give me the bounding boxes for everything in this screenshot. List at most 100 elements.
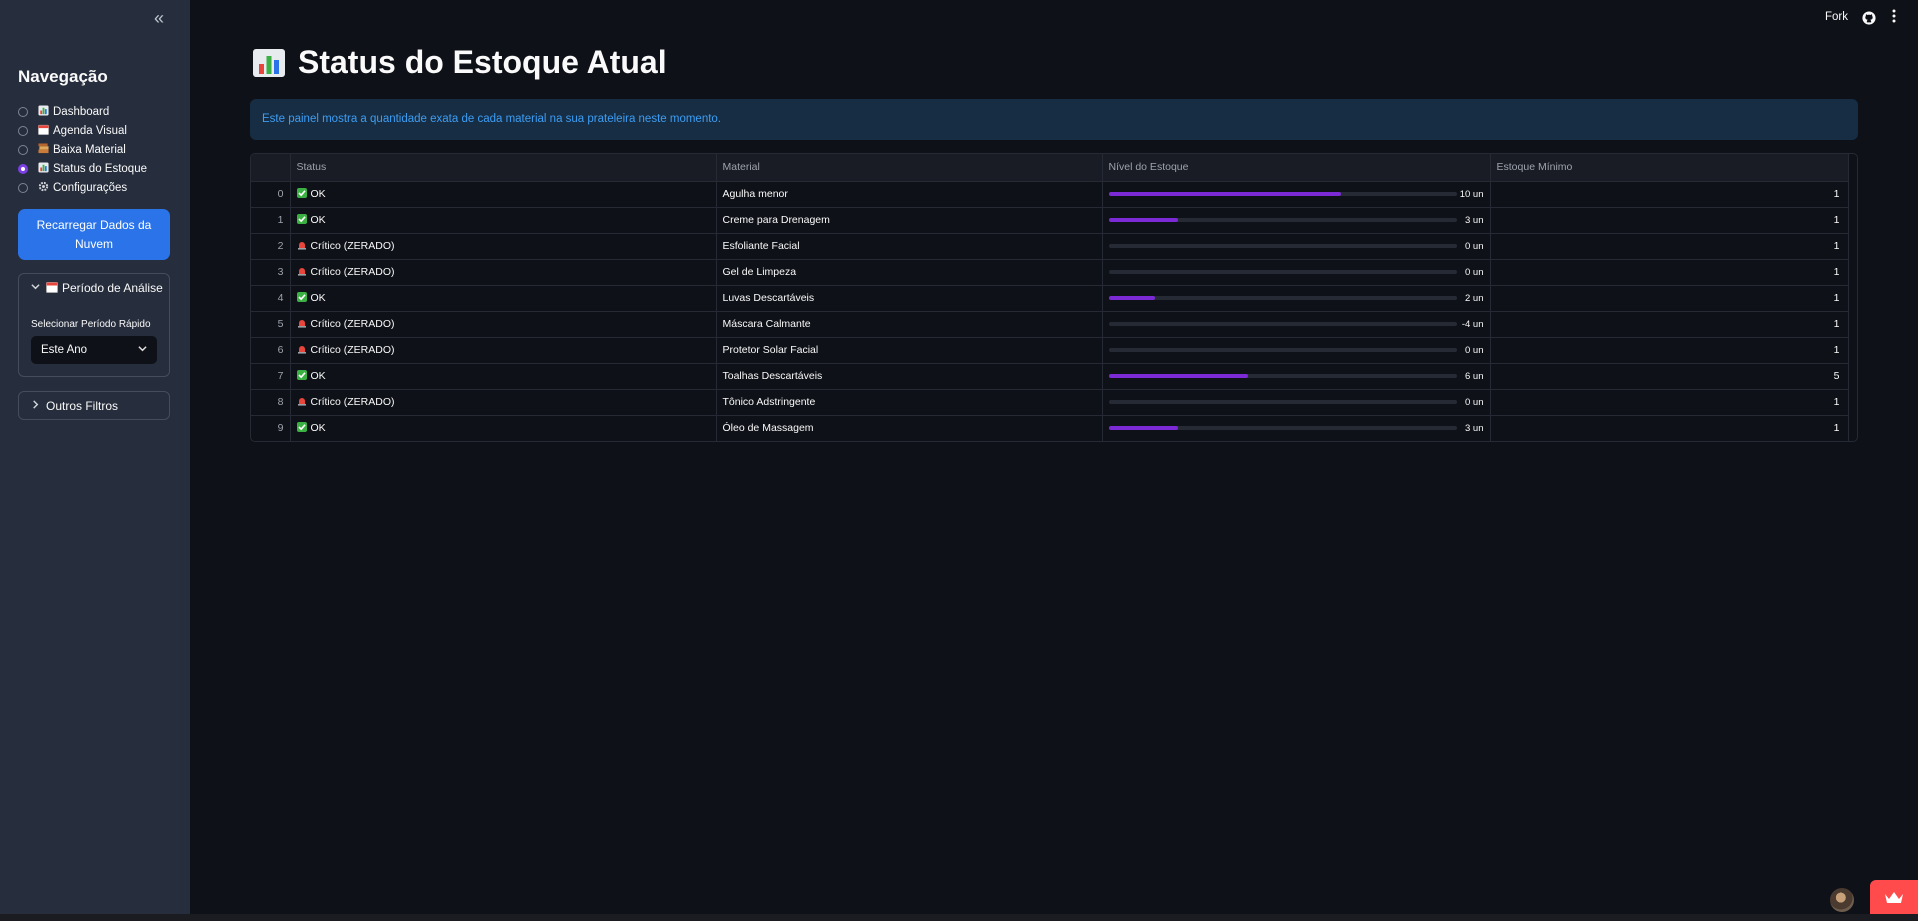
- table-row[interactable]: 0 OK Agulha menor 10 un 1: [251, 181, 1849, 208]
- nav-item-agenda-visual[interactable]: Agenda Visual: [18, 121, 147, 140]
- stock-level-cell: 0 un: [1102, 337, 1491, 364]
- period-expander-header[interactable]: Período de Análise: [19, 274, 169, 302]
- progress-label: 6 un: [1465, 370, 1484, 382]
- radio-unchecked[interactable]: [18, 125, 28, 136]
- progress-label: 10 un: [1459, 188, 1484, 200]
- nav-item-label: Status do Estoque: [53, 162, 147, 175]
- row-index: 9: [251, 415, 291, 441]
- status-cell: OK: [290, 285, 717, 312]
- filters-expander-title: Outros Filtros: [46, 399, 119, 413]
- progress-track: [1108, 218, 1457, 222]
- progress-label: 0 un: [1465, 266, 1484, 278]
- avatar[interactable]: [1830, 888, 1854, 912]
- status-text: OK: [310, 188, 326, 200]
- column-header-level[interactable]: Nível do Estoque: [1102, 154, 1491, 182]
- radio-checked[interactable]: [18, 163, 28, 174]
- stock-level-progress: -4 un: [1108, 318, 1490, 330]
- progress-track: [1108, 348, 1457, 352]
- stock-level-cell: 10 un: [1102, 181, 1491, 208]
- progress-label: -4 un: [1461, 318, 1484, 330]
- table-row[interactable]: 1 OK Creme para Drenagem 3 un 1: [251, 207, 1849, 234]
- column-header-status[interactable]: Status: [290, 154, 717, 182]
- status-text: Crítico (ZERADO): [310, 344, 395, 356]
- collapse-sidebar-icon[interactable]: «: [150, 9, 168, 27]
- radio-unchecked[interactable]: [18, 182, 28, 193]
- column-header-index[interactable]: [251, 154, 291, 182]
- nav-item-dashboard[interactable]: Dashboard: [18, 102, 147, 121]
- books-icon: [36, 142, 50, 157]
- nav-item-label: Configurações: [53, 181, 128, 194]
- siren-icon: [297, 266, 307, 276]
- filters-expander-header[interactable]: Outros Filtros: [19, 392, 169, 420]
- github-icon[interactable]: [1862, 11, 1876, 25]
- period-select-label: Selecionar Período Rápido: [31, 319, 151, 330]
- column-header-min[interactable]: Estoque Mínimo: [1490, 154, 1849, 182]
- table-row[interactable]: 8 Crítico (ZERADO) Tônico Adstringente 0 un…: [251, 389, 1849, 416]
- progress-track: [1108, 270, 1457, 274]
- table-row[interactable]: 6 Crítico (ZERADO) Protetor Solar Facial 0 …: [251, 337, 1849, 364]
- chevron-down-icon: [29, 282, 41, 294]
- progress-label: 0 un: [1465, 396, 1484, 408]
- progress-fill: [1108, 296, 1155, 300]
- gear-icon: [36, 181, 50, 195]
- page-title: Status do Estoque Atual: [252, 44, 667, 81]
- nav-item-label: Dashboard: [53, 105, 110, 118]
- material-cell: Tônico Adstringente: [716, 389, 1103, 416]
- min-stock-cell: 1: [1490, 311, 1849, 338]
- material-cell: Óleo de Massagem: [716, 415, 1103, 441]
- status-cell: Crítico (ZERADO): [290, 259, 717, 286]
- material-cell: Gel de Limpeza: [716, 259, 1103, 286]
- stock-level-cell: 0 un: [1102, 259, 1491, 286]
- check-icon: [296, 214, 307, 224]
- table-row[interactable]: 5 Crítico (ZERADO) Máscara Calmante -4 un 1: [251, 311, 1849, 338]
- calendar-icon: [36, 124, 50, 138]
- period-select[interactable]: Este Ano: [31, 336, 157, 364]
- table-row[interactable]: 3 Crítico (ZERADO) Gel de Limpeza 0 un 1: [251, 259, 1849, 286]
- streamlit-badge[interactable]: [1870, 880, 1918, 914]
- check-icon: [296, 370, 307, 380]
- stock-level-progress: 0 un: [1108, 345, 1490, 356]
- crown-icon: [1884, 891, 1904, 908]
- radio-unchecked[interactable]: [18, 144, 28, 155]
- siren-icon: [297, 396, 307, 406]
- period-expander-title: Período de Análise: [62, 281, 163, 295]
- filters-expander: Outros Filtros: [18, 391, 170, 420]
- radio-unchecked[interactable]: [18, 106, 28, 117]
- table-header-row: Status Material Nível do Estoque Estoque…: [251, 154, 1849, 182]
- reload-data-button[interactable]: Recarregar Dados da Nuvem: [18, 209, 170, 260]
- material-cell: Creme para Drenagem: [716, 207, 1103, 234]
- row-index: 5: [251, 311, 291, 338]
- min-stock-cell: 1: [1490, 389, 1849, 416]
- nav-title: Navegação: [18, 67, 108, 86]
- nav-item-baixa-material[interactable]: Baixa Material: [18, 140, 147, 159]
- column-header-material[interactable]: Material: [716, 154, 1103, 182]
- status-text: OK: [310, 214, 326, 226]
- table-row[interactable]: 4 OK Luvas Descartáveis 2 un 1: [251, 285, 1849, 312]
- fork-button[interactable]: Fork: [1825, 11, 1848, 23]
- status-text: OK: [310, 292, 326, 304]
- status-text: OK: [310, 370, 326, 382]
- calendar-icon: [46, 281, 58, 296]
- progress-label: 2 un: [1465, 292, 1484, 304]
- material-cell: Agulha menor: [716, 181, 1103, 208]
- nav-item-configura-es[interactable]: Configurações: [18, 178, 147, 197]
- min-stock-cell: 5: [1490, 363, 1849, 390]
- stock-table[interactable]: Status Material Nível do Estoque Estoque…: [250, 153, 1858, 442]
- min-stock-cell: 1: [1490, 259, 1849, 286]
- row-index: 0: [251, 181, 291, 208]
- table-row[interactable]: 9 OK Óleo de Massagem 3 un 1: [251, 415, 1849, 441]
- status-text: Crítico (ZERADO): [310, 240, 395, 252]
- status-cell: Crítico (ZERADO): [290, 389, 717, 416]
- progress-label: 3 un: [1465, 214, 1484, 226]
- status-cell: OK: [290, 207, 717, 234]
- table-row[interactable]: 2 Crítico (ZERADO) Esfoliante Facial 0 un 1: [251, 233, 1849, 260]
- nav-item-status-do-estoque[interactable]: Status do Estoque: [18, 159, 147, 178]
- chevron-down-icon: [138, 344, 147, 356]
- row-index: 2: [251, 233, 291, 260]
- stock-table-grid: Status Material Nível do Estoque Estoque…: [251, 154, 1849, 441]
- stock-level-progress: 0 un: [1108, 396, 1490, 408]
- stock-level-progress: 0 un: [1108, 241, 1490, 252]
- check-icon: [296, 422, 307, 432]
- more-vertical-icon[interactable]: [1890, 9, 1898, 27]
- table-row[interactable]: 7 OK Toalhas Descartáveis 6 un 5: [251, 363, 1849, 390]
